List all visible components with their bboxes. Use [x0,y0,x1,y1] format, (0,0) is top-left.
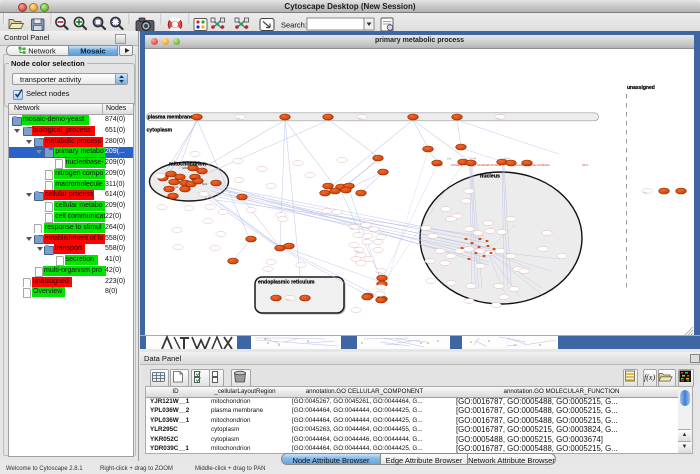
svg-text:GO:44: GO:44 [469,158,477,161]
svg-text:Network: Network [28,47,56,56]
svg-text:nucleus: nucleus [480,174,500,180]
svg-text:plasma membrane: plasma membrane [148,114,194,120]
svg-text:Sdh1: Sdh1 [182,167,188,170]
svg-text:GO:4: GO:4 [582,164,588,167]
svg-text:GO:4: GO:4 [504,158,510,161]
svg-text:GO:0016: GO:0016 [433,164,443,167]
svg-text:Search:: Search: [281,21,307,30]
svg-text:Atp2: Atp2 [191,178,197,181]
svg-text:GO:004446 GO:00448: GO:004446 GO:00448 [477,164,502,167]
svg-text:cytoplasm: cytoplasm [147,128,173,134]
svg-text:Mosaic: Mosaic [80,47,105,56]
svg-text:f(x): f(x) [644,373,655,382]
svg-text:Cyt1: Cyt1 [173,186,179,189]
svg-text:endoplasmic reticulum: endoplasmic reticulum [258,280,315,286]
svg-text:Qcr2: Qcr2 [202,183,208,186]
svg-text:t/tra: t/tra [447,158,452,161]
svg-text:unassigned: unassigned [627,85,655,91]
svg-text:GO:0444 GO:00444 GO:004444: GO:0444 GO:00444 GO:004444 [515,164,550,167]
svg-text:GO:00444: GO:00444 [451,164,463,167]
